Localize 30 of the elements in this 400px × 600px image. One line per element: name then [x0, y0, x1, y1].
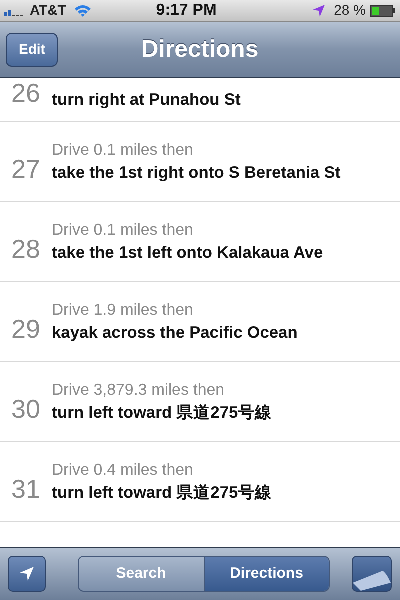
step-instruction: take the 1st left onto Kalakaua Ave	[52, 242, 324, 264]
edit-button[interactable]: Edit	[6, 32, 58, 66]
step-distance: Drive 0.1 miles then	[52, 140, 194, 160]
locate-button[interactable]	[8, 556, 46, 592]
step-distance: Drive 1.9 miles then	[52, 300, 194, 320]
wifi-icon	[74, 4, 92, 17]
location-arrow-icon	[19, 566, 35, 582]
step-distance: Drive 0.4 miles then	[52, 460, 194, 480]
step-distance: Drive 3,879.3 miles then	[52, 380, 226, 400]
segment-tab[interactable]: Search	[79, 557, 204, 591]
step-instruction: turn left toward 県道275号線	[52, 482, 272, 504]
step-instruction: kayak across the Pacific Ocean	[52, 322, 298, 344]
page-curl-button[interactable]	[352, 556, 392, 592]
battery-percent: 28 %	[334, 1, 366, 20]
clock-time: 9:17 PM	[156, 0, 217, 20]
step-number: 27	[10, 156, 42, 182]
step-number: 26	[10, 80, 42, 106]
step-instruction: turn left toward 県道275号線	[52, 402, 272, 424]
battery-icon	[370, 4, 396, 16]
segment-tab[interactable]: Directions	[204, 557, 329, 591]
step-number: 31	[10, 476, 42, 502]
step-number: 28	[10, 236, 42, 262]
step-instruction: take the 1st right onto S Beretania St	[52, 162, 341, 184]
carrier-name: AT&T	[30, 1, 66, 20]
step-distance: Drive 0.1 miles then	[52, 220, 194, 240]
screen-title: Directions	[141, 34, 259, 64]
location-arrow-icon	[312, 4, 326, 18]
step-number: 30	[10, 396, 42, 422]
step-number: 29	[10, 316, 42, 342]
step-instruction: turn right at Punahou St	[52, 90, 241, 111]
